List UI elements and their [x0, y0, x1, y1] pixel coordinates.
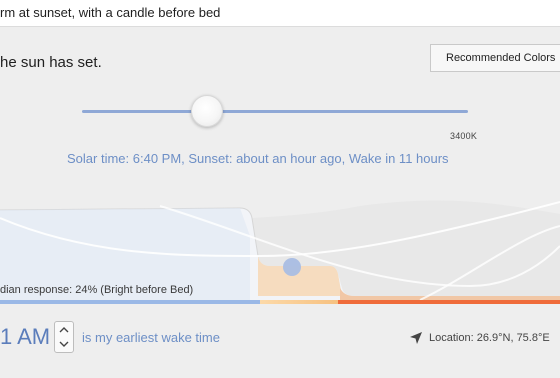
timeline-strip — [0, 300, 560, 304]
recommended-colors-button[interactable]: Recommended Colors — [430, 44, 560, 72]
timeline-night-segment — [338, 300, 560, 304]
wake-time-caption: is my earliest wake time — [82, 330, 220, 345]
solar-time-info: Solar time: 6:40 PM, Sunset: about an ho… — [67, 151, 449, 166]
location-button[interactable]: Location: 26.9°N, 75.8°E — [409, 331, 550, 345]
wake-time-stepper[interactable] — [54, 321, 74, 353]
sun-status-text: he sun has set. — [0, 54, 102, 71]
circadian-response-label: dian response: 24% (Bright before Bed) — [0, 284, 194, 296]
color-temperature-slider-thumb[interactable] — [191, 95, 223, 127]
chevron-down-icon — [59, 341, 69, 347]
location-text: Location: 26.9°N, 75.8°E — [429, 331, 550, 344]
timeline-evening-segment — [260, 300, 340, 304]
stepper-down-button[interactable] — [55, 337, 73, 352]
preset-description: rm at sunset, with a candle before bed — [0, 5, 221, 20]
color-temperature-slider-track[interactable] — [82, 110, 468, 113]
wake-time-value: 1 AM — [0, 324, 51, 349]
chevron-up-icon — [59, 327, 69, 333]
app-window: rm at sunset, with a candle before bed h… — [0, 0, 560, 378]
top-bar: rm at sunset, with a candle before bed — [0, 0, 560, 27]
stepper-up-button[interactable] — [55, 322, 73, 337]
kelvin-label: 3400K — [450, 131, 478, 141]
timeline-day-segment — [0, 300, 260, 304]
navigation-arrow-icon — [410, 332, 422, 344]
current-time-marker — [283, 258, 301, 276]
